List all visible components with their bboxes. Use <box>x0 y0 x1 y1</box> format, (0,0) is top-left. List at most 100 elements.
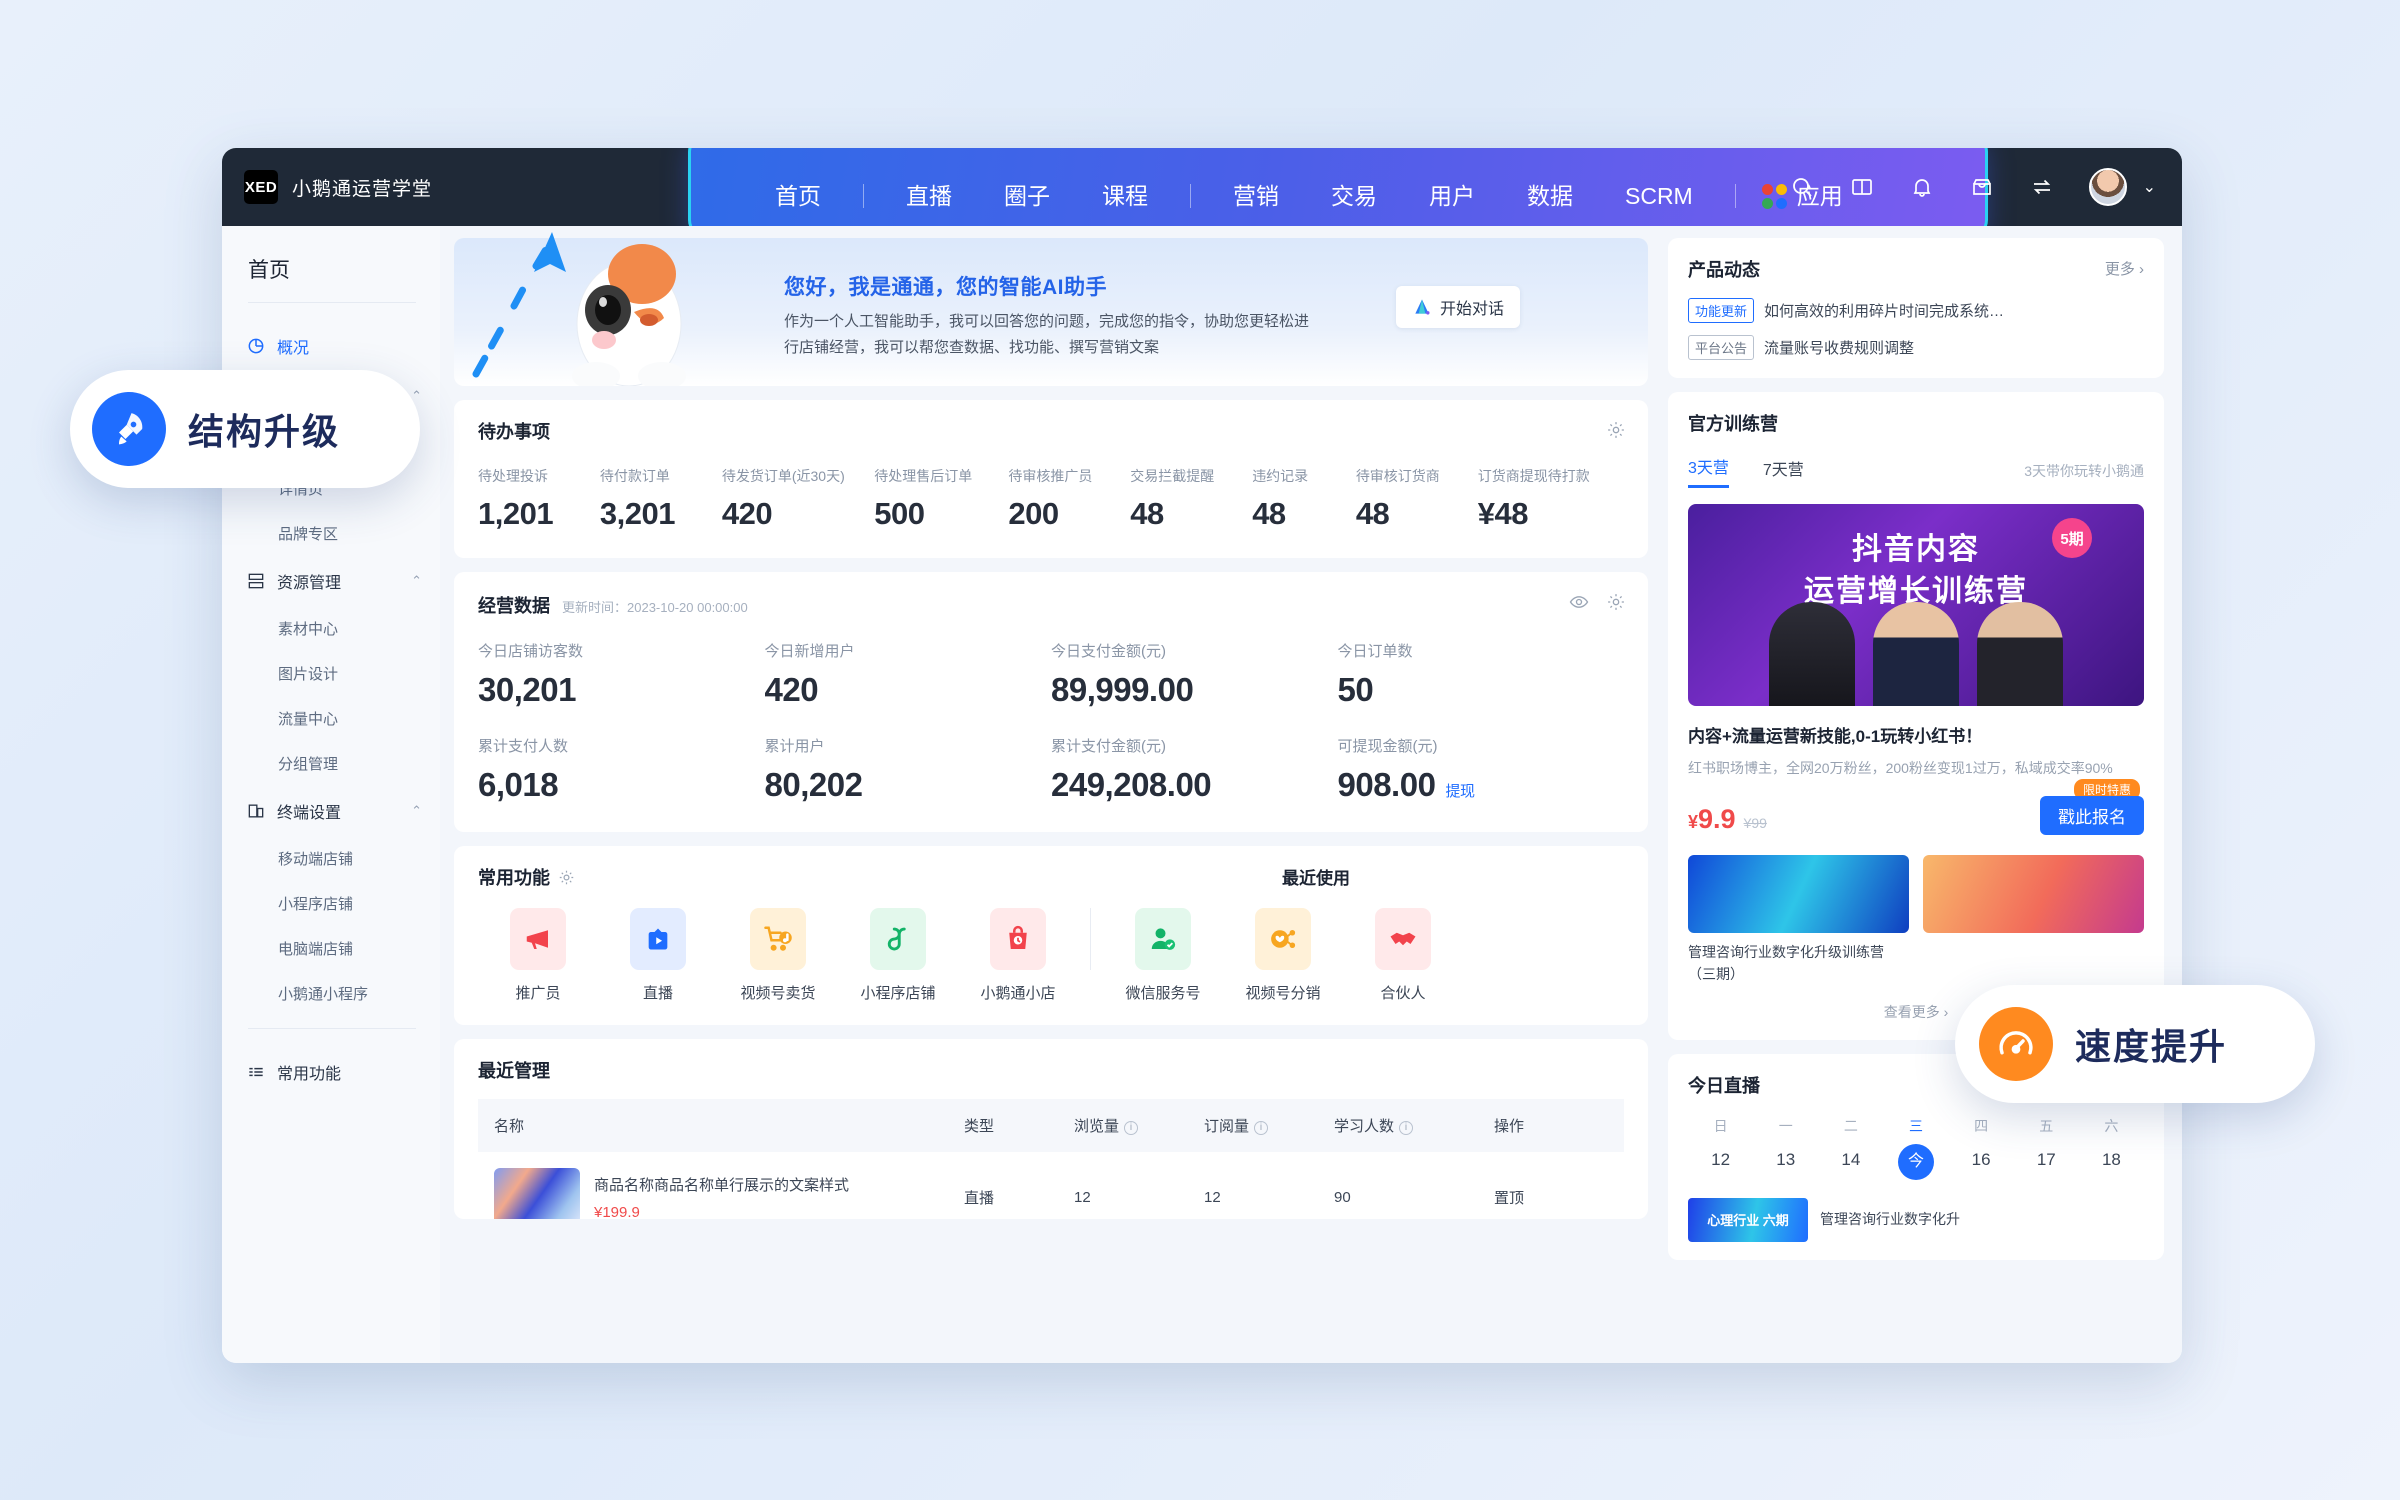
func-item-xiaoetong-store[interactable]: 小鹅通小店 <box>958 908 1078 1003</box>
sidebar-item-miniapp-shop[interactable]: 小程序店铺 <box>222 881 440 926</box>
todo-item[interactable]: 交易拦截提醒 48 <box>1130 466 1252 532</box>
sidebar-item-group-management[interactable]: 分组管理 <box>222 741 440 786</box>
todo-item[interactable]: 待审核订货商 48 <box>1356 466 1478 532</box>
todo-item[interactable]: 违约记录 48 <box>1252 466 1356 532</box>
avatar[interactable] <box>2088 168 2127 206</box>
func-label: 小鹅通小店 <box>980 985 1056 1002</box>
biz-metric-value: 80,202 <box>764 766 863 803</box>
func-item-partner[interactable]: 合伙人 <box>1343 908 1463 1003</box>
func-item-wechat-service[interactable]: 微信服务号 <box>1103 908 1223 1003</box>
recent-management-table: 名称 类型 浏览量 i 订阅量 i 学习人数 i 操作 商品名称商品名称单行展示… <box>478 1099 1624 1219</box>
handshake-icon <box>1375 908 1431 970</box>
biz-metric: 累计支付人数 6,018 <box>478 735 765 804</box>
chevron-down-icon[interactable]: ⌄ <box>2143 177 2156 197</box>
sidebar-item-resource-management[interactable]: 资源管理 ⌃ <box>222 556 440 606</box>
sidebar-item-traffic-center[interactable]: 流量中心 <box>222 696 440 741</box>
todo-item[interactable]: 待发货订单(近30天) 420 <box>722 466 874 532</box>
camp-enroll-button[interactable]: 戳此报名 <box>2040 796 2144 836</box>
eye-icon[interactable] <box>1568 592 1590 612</box>
func-item-miniapp-shop[interactable]: 小程序店铺 <box>838 908 958 1003</box>
info-icon[interactable]: i <box>1254 1120 1269 1135</box>
func-item-promoter[interactable]: 推广员 <box>478 908 598 1003</box>
sidebar-item-common-functions[interactable]: 常用功能 <box>222 1047 440 1097</box>
cell-subs: 12 <box>1204 1188 1221 1206</box>
bell-icon[interactable] <box>1909 174 1935 200</box>
sidebar-item-mobile-shop[interactable]: 移动端店铺 <box>222 836 440 881</box>
camp-small-card[interactable] <box>1923 855 2144 985</box>
search-icon[interactable] <box>1789 174 1815 200</box>
todo-item-label: 交易拦截提醒 <box>1130 468 1215 484</box>
product-news-more-link[interactable]: 更多 › <box>2105 258 2144 279</box>
news-item[interactable]: 平台公告 流量账号收费规则调整 <box>1688 335 2144 360</box>
nav-item-data[interactable]: 数据 <box>1501 184 1599 208</box>
gear-icon[interactable] <box>1606 592 1626 612</box>
nav-item-live[interactable]: 直播 <box>880 184 978 208</box>
sidebar-item-brandzone[interactable]: 品牌专区 <box>222 511 440 556</box>
pin-to-top-link[interactable]: 置顶 <box>1478 1152 1624 1219</box>
wechat-service-icon <box>1135 908 1191 970</box>
todo-item-label: 待发货订单(近30天) <box>721 468 845 484</box>
info-icon[interactable]: i <box>1124 1120 1139 1135</box>
gear-icon[interactable] <box>558 869 575 886</box>
start-chat-button[interactable]: 开始对话 <box>1395 286 1520 328</box>
gear-icon[interactable] <box>1606 420 1626 440</box>
calendar-day[interactable]: 一 13 <box>1753 1116 1818 1180</box>
sidebar-divider <box>248 1028 416 1029</box>
sidebar-item-terminal-settings[interactable]: 终端设置 ⌃ <box>222 786 440 836</box>
sidebar-item-image-design[interactable]: 图片设计 <box>222 651 440 696</box>
chevron-up-icon[interactable]: ⌃ <box>411 803 422 819</box>
calendar-date: 13 <box>1776 1149 1796 1169</box>
func-label: 视频号分销 <box>1245 985 1321 1002</box>
camp-course-title[interactable]: 内容+流量运营新技能,0-1玩转小红书！ <box>1688 722 2144 747</box>
sidebar-item-pc-shop[interactable]: 电脑端店铺 <box>222 926 440 971</box>
nav-item-course[interactable]: 课程 <box>1076 184 1174 208</box>
withdraw-link[interactable]: 提现 <box>1445 783 1475 800</box>
brand-logo-icon: XED <box>244 170 278 204</box>
func-label: 直播 <box>642 985 673 1002</box>
tab-7day-camp[interactable]: 7天营 <box>1763 456 1804 487</box>
todo-item[interactable]: 待处理售后订单 500 <box>874 466 1008 532</box>
calendar-day[interactable]: 二 14 <box>1818 1116 1883 1180</box>
sidebar-item-material-center[interactable]: 素材中心 <box>222 606 440 651</box>
row-price: ¥199.9 <box>594 1203 640 1220</box>
calendar-weekday: 一 <box>1778 1117 1793 1134</box>
camp-banner-image[interactable]: 抖音内容 运营增长训练营 5期 <box>1688 504 2144 706</box>
nav-item-transaction[interactable]: 交易 <box>1305 184 1403 208</box>
shop-icon[interactable] <box>1969 174 1995 200</box>
start-chat-label: 开始对话 <box>1439 301 1504 318</box>
news-item[interactable]: 功能更新 如何高效的利用碎片时间完成系统… <box>1688 298 2144 323</box>
todo-item[interactable]: 订货商提现待打款 ¥48 <box>1478 466 1624 532</box>
nav-item-circle[interactable]: 圈子 <box>978 184 1076 208</box>
switch-icon[interactable] <box>2029 174 2055 200</box>
todo-item-value: 200 <box>1008 496 1059 531</box>
nav-item-marketing[interactable]: 营销 <box>1207 184 1305 208</box>
todo-item[interactable]: 待处理投诉 1,201 <box>478 466 600 532</box>
todo-item[interactable]: 待付款订单 3,201 <box>600 466 722 532</box>
info-icon[interactable]: i <box>1399 1120 1414 1135</box>
live-list-item[interactable]: 心理行业 六期 管理咨询行业数字化升 <box>1688 1197 2144 1242</box>
book-icon[interactable] <box>1849 174 1875 200</box>
nav-separator <box>1734 184 1736 208</box>
product-news-more-label: 更多 <box>2104 261 2135 278</box>
chevron-right-icon: › <box>1943 1003 1949 1020</box>
table-body: 商品名称商品名称单行展示的文案样式 ¥199.9 直播 12 12 90 置顶 <box>478 1152 1624 1219</box>
camp-small-thumbnail <box>1688 855 1909 934</box>
chevron-up-icon[interactable]: ⌃ <box>411 573 422 589</box>
nav-item-home[interactable]: 首页 <box>749 184 847 208</box>
camp-small-card[interactable]: 管理咨询行业数字化升级训练营（三期） <box>1688 855 1909 985</box>
todo-item[interactable]: 待审核推广员 200 <box>1008 466 1130 532</box>
table-row[interactable]: 商品名称商品名称单行展示的文案样式 ¥199.9 直播 12 12 90 置顶 <box>478 1152 1624 1219</box>
tab-3day-camp[interactable]: 3天营 <box>1688 454 1729 488</box>
calendar-day[interactable]: 四 16 <box>1949 1116 2014 1180</box>
calendar-day[interactable]: 六 18 <box>2079 1116 2144 1180</box>
nav-item-scrm[interactable]: SCRM <box>1599 184 1719 208</box>
calendar-day[interactable]: 五 17 <box>2014 1116 2079 1180</box>
func-item-live[interactable]: 直播 <box>598 908 718 1003</box>
calendar-day-today[interactable]: 三 今 <box>1883 1116 1948 1180</box>
sidebar-item-xiaoetong-miniapp[interactable]: 小鹅通小程序 <box>222 971 440 1016</box>
sidebar-item-overview[interactable]: 概况 <box>222 321 440 371</box>
func-item-channels-sales[interactable]: 视频号卖货 <box>718 908 838 1003</box>
nav-item-user[interactable]: 用户 <box>1403 184 1501 208</box>
calendar-day[interactable]: 日 12 <box>1688 1116 1753 1180</box>
func-item-channels-distribution[interactable]: 视频号分销 <box>1223 908 1343 1003</box>
